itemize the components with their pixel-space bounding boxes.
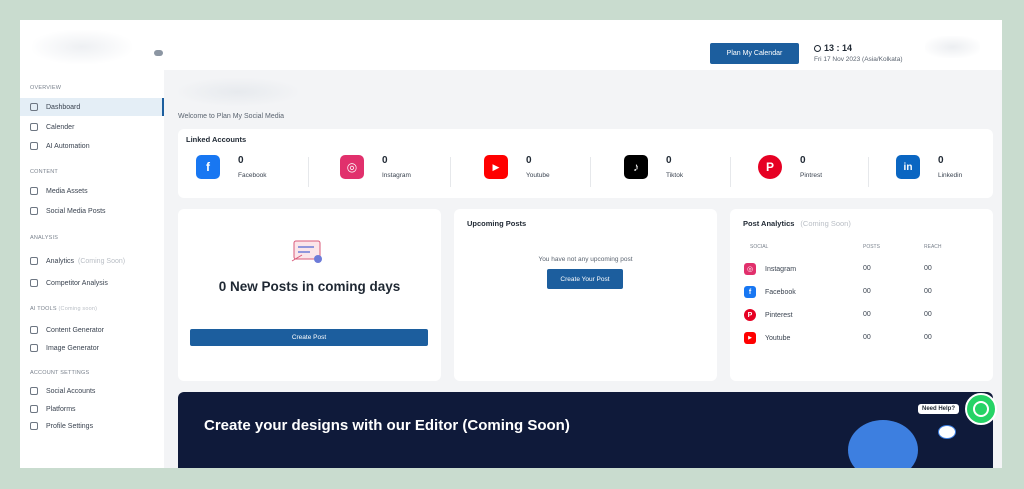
user-profile-menu[interactable] bbox=[925, 36, 980, 58]
competitor-icon bbox=[30, 279, 38, 287]
posts-icon bbox=[30, 207, 38, 215]
whatsapp-chat-button[interactable] bbox=[965, 393, 997, 425]
user-icon bbox=[30, 422, 38, 430]
clock-date: Fri 17 Nov 2023 (Asia/Kolkata) bbox=[814, 56, 903, 63]
column-header-social: SOCIAL bbox=[750, 244, 769, 250]
posts-value: 00 bbox=[863, 334, 871, 341]
account-pinterest[interactable]: P 0 Pintrest bbox=[758, 155, 822, 185]
app-logo[interactable] bbox=[32, 30, 132, 64]
post-analytics-card: Post Analytics (Coming Soon) SOCIAL POSTS… bbox=[730, 209, 993, 381]
tiktok-icon: ♪ bbox=[624, 155, 648, 179]
divider bbox=[730, 157, 731, 187]
instagram-icon: ◎ bbox=[744, 263, 756, 275]
sidebar-section-analysis: ANALYSIS bbox=[30, 235, 59, 241]
sidebar-section-account-settings: ACCOUNT SETTINGS bbox=[30, 370, 90, 376]
posts-value: 00 bbox=[863, 288, 871, 295]
upcoming-posts-card: Upcoming Posts You have not any upcoming… bbox=[454, 209, 717, 381]
link-icon bbox=[30, 387, 38, 395]
dashboard-icon bbox=[30, 103, 38, 111]
table-row: f Facebook bbox=[744, 285, 796, 299]
sidebar-item-dashboard[interactable]: Dashboard bbox=[20, 98, 164, 116]
sidebar-item-calender[interactable]: Calender bbox=[20, 118, 164, 136]
posts-value: 00 bbox=[863, 311, 871, 318]
sidebar-section-ai-tools: AI TOOLS (Coming soon) bbox=[30, 306, 98, 312]
table-row: ▶ Youtube bbox=[744, 331, 790, 345]
create-your-post-button[interactable]: Create Your Post bbox=[547, 269, 623, 289]
welcome-text: Welcome to Plan My Social Media bbox=[178, 113, 285, 120]
facebook-icon: f bbox=[196, 155, 220, 179]
whatsapp-icon bbox=[973, 401, 989, 417]
account-linkedin[interactable]: in 0 Linkedin bbox=[896, 155, 962, 185]
sidebar-item-social-media-posts[interactable]: Social Media Posts bbox=[20, 202, 164, 220]
pinterest-icon: P bbox=[744, 309, 756, 321]
sidebar-toggle-icon[interactable] bbox=[154, 50, 163, 56]
sidebar-item-media-assets[interactable]: Media Assets bbox=[20, 182, 164, 200]
app-window: Plan My Calendar 13 : 14 Fri 17 Nov 2023… bbox=[20, 20, 1002, 468]
clock-time: 13 : 14 bbox=[824, 43, 853, 53]
youtube-icon: ▶ bbox=[484, 155, 508, 179]
upcoming-empty-message: You have not any upcoming post bbox=[538, 256, 633, 263]
post-analytics-title: Post Analytics (Coming Soon) bbox=[743, 219, 851, 228]
sidebar-section-overview: OVERVIEW bbox=[30, 85, 62, 91]
sidebar-item-social-accounts[interactable]: Social Accounts bbox=[20, 382, 164, 400]
sidebar-item-ai-automation[interactable]: AI Automation bbox=[20, 137, 164, 155]
divider bbox=[308, 157, 309, 187]
account-tiktok[interactable]: ♪ 0 Tiktok bbox=[624, 155, 683, 185]
plan-calendar-button[interactable]: Plan My Calendar bbox=[710, 43, 799, 64]
account-youtube[interactable]: ▶ 0 Youtube bbox=[484, 155, 550, 185]
sidebar-item-image-generator[interactable]: Image Generator bbox=[20, 339, 164, 357]
table-row: P Pinterest bbox=[744, 308, 793, 322]
account-facebook[interactable]: f 0 Facebook bbox=[196, 155, 267, 185]
media-icon bbox=[30, 187, 38, 195]
reach-value: 00 bbox=[924, 265, 932, 272]
column-header-posts: POSTS bbox=[863, 244, 880, 250]
sidebar-item-content-generator[interactable]: Content Generator bbox=[20, 321, 164, 339]
youtube-icon: ▶ bbox=[744, 332, 756, 344]
facebook-icon: f bbox=[744, 286, 756, 298]
sidebar-item-competitor-analysis[interactable]: Competitor Analysis bbox=[20, 274, 164, 292]
linkedin-icon: in bbox=[896, 155, 920, 179]
linked-accounts-card: Linked Accounts f 0 Facebook ◎ 0 Instagr… bbox=[178, 129, 993, 198]
robot-icon bbox=[30, 142, 38, 150]
column-header-reach: REACH bbox=[924, 244, 942, 250]
pinterest-icon: P bbox=[758, 155, 782, 179]
sidebar-section-content: CONTENT bbox=[30, 169, 58, 175]
divider bbox=[590, 157, 591, 187]
reach-value: 00 bbox=[924, 334, 932, 341]
instagram-icon: ◎ bbox=[340, 155, 364, 179]
divider bbox=[868, 157, 869, 187]
need-help-label[interactable]: Need Help? bbox=[918, 404, 960, 414]
upcoming-posts-title: Upcoming Posts bbox=[467, 219, 527, 228]
image-icon bbox=[30, 344, 38, 352]
sidebar-item-analytics[interactable]: Analytics (Coming Soon) bbox=[20, 252, 164, 270]
table-row: ◎ Instagram bbox=[744, 262, 796, 276]
banner-illustration bbox=[848, 420, 918, 468]
sidebar: OVERVIEW Dashboard Calender AI Automatio… bbox=[20, 70, 164, 468]
divider bbox=[450, 157, 451, 187]
posts-value: 00 bbox=[863, 265, 871, 272]
new-posts-card: 0 New Posts in coming days Create Post bbox=[178, 209, 441, 381]
linked-accounts-title: Linked Accounts bbox=[186, 135, 247, 144]
clock-icon bbox=[814, 44, 821, 52]
editor-banner: Create your designs with our Editor (Com… bbox=[178, 392, 993, 468]
account-instagram[interactable]: ◎ 0 Instagram bbox=[340, 155, 411, 185]
editor-banner-title: Create your designs with our Editor (Com… bbox=[204, 417, 570, 434]
reach-value: 00 bbox=[924, 288, 932, 295]
chat-bubble-icon bbox=[938, 425, 956, 439]
top-bar: Plan My Calendar 13 : 14 Fri 17 Nov 2023… bbox=[20, 20, 1002, 70]
reach-value: 00 bbox=[924, 311, 932, 318]
new-posts-count-title: 0 New Posts in coming days bbox=[218, 279, 401, 294]
platforms-icon bbox=[30, 405, 38, 413]
content-generator-icon bbox=[30, 326, 38, 334]
sidebar-item-profile-settings[interactable]: Profile Settings bbox=[20, 417, 164, 435]
sidebar-item-platforms[interactable]: Platforms bbox=[20, 400, 164, 418]
calendar-illustration-icon bbox=[291, 240, 322, 263]
clock-widget: 13 : 14 Fri 17 Nov 2023 (Asia/Kolkata) bbox=[814, 43, 903, 63]
create-post-button[interactable]: Create Post bbox=[190, 329, 428, 346]
analytics-icon bbox=[30, 257, 38, 265]
calendar-icon bbox=[30, 123, 38, 131]
page-banner-blur bbox=[178, 78, 298, 106]
